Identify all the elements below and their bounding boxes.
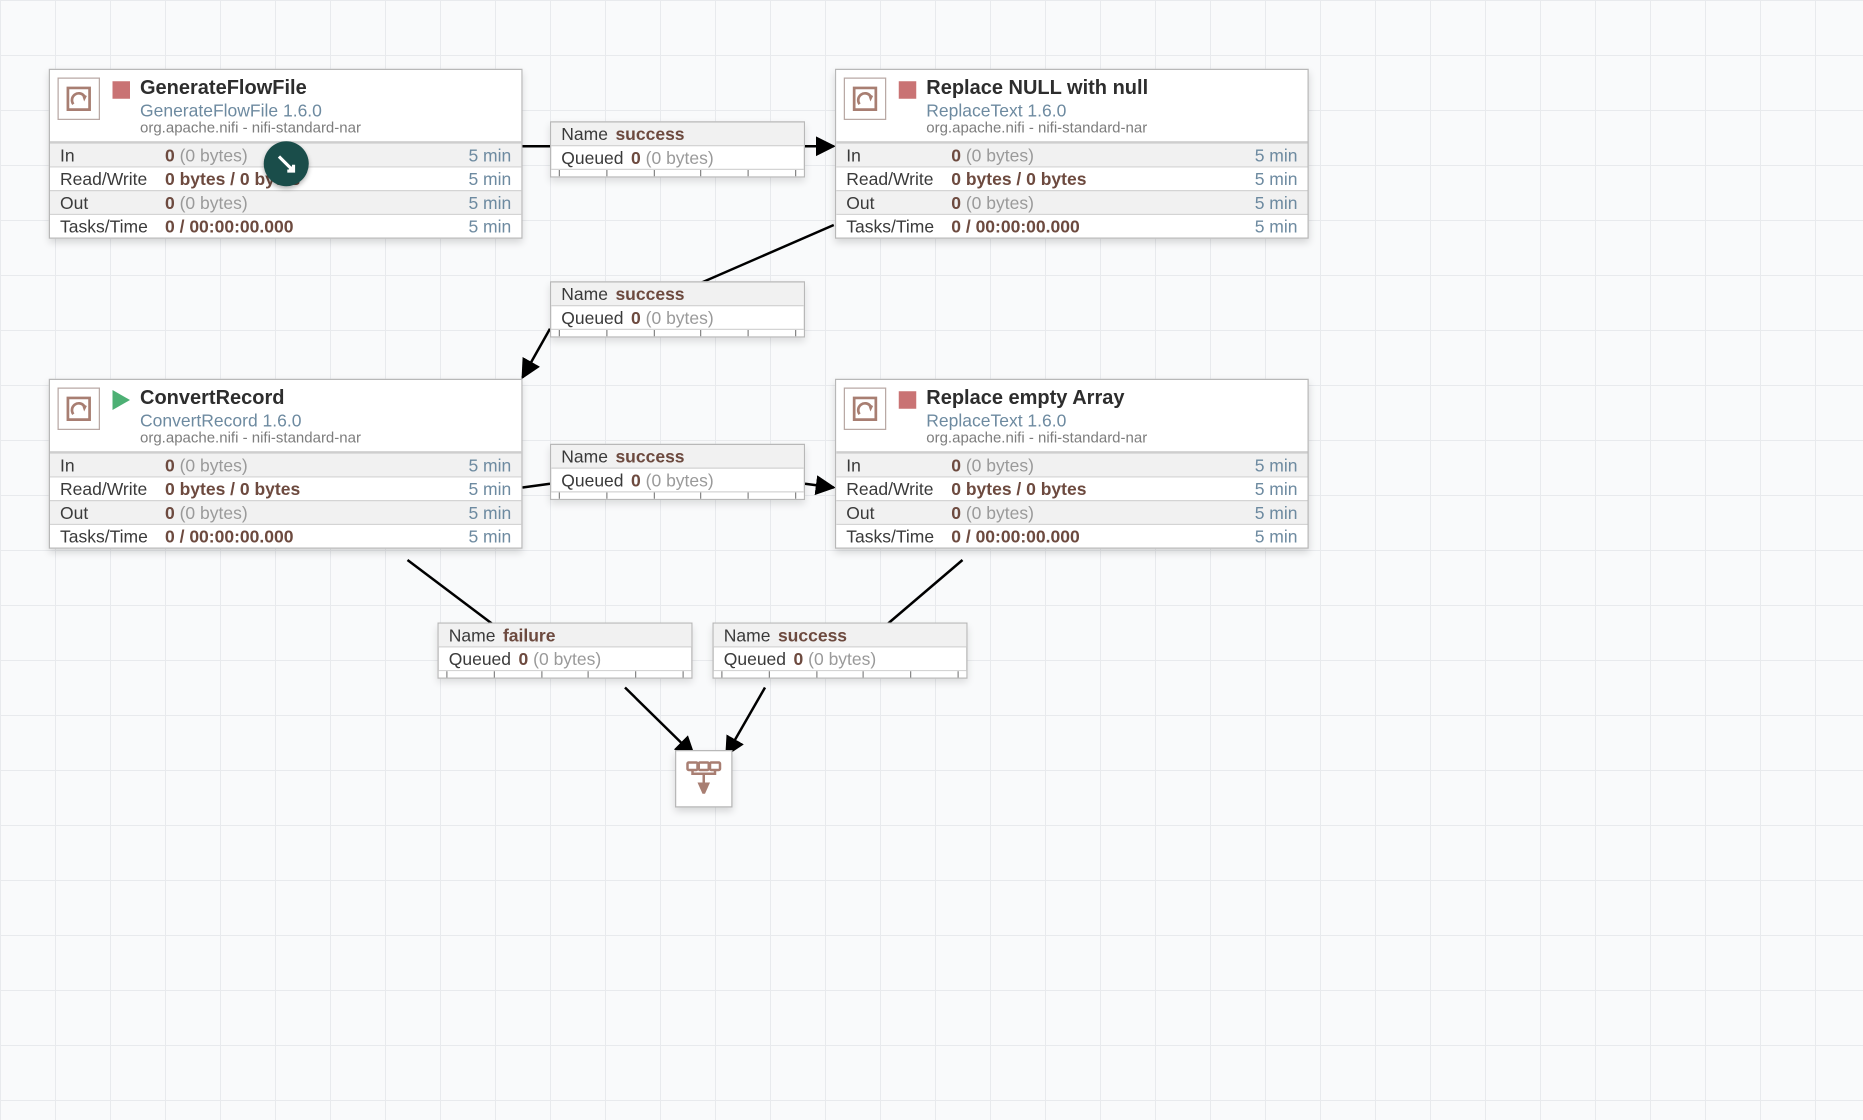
queue-gauge [551, 330, 804, 336]
processor-icon [58, 78, 101, 121]
processor-icon [58, 388, 101, 431]
connection-success-2[interactable]: Namesuccess Queued0 (0 bytes) [550, 281, 805, 337]
add-connection-handle[interactable] [264, 141, 309, 186]
processor-convertrecord[interactable]: ConvertRecord ConvertRecord 1.6.0 org.ap… [49, 379, 523, 549]
connection-success-1[interactable]: Namesuccess Queued0 (0 bytes) [550, 121, 805, 177]
processor-bundle: org.apache.nifi - nifi-standard-nar [926, 431, 1147, 448]
stopped-icon [113, 81, 131, 99]
queue-gauge [551, 493, 804, 499]
processor-bundle: org.apache.nifi - nifi-standard-nar [926, 121, 1148, 138]
connection-failure[interactable]: Namefailure Queued0 (0 bytes) [438, 623, 693, 679]
funnel-icon [684, 759, 724, 799]
running-icon [113, 390, 131, 410]
stopped-icon [899, 81, 917, 99]
processor-replace-null[interactable]: Replace NULL with null ReplaceText 1.6.0… [835, 69, 1309, 239]
processor-type: ReplaceText 1.6.0 [926, 100, 1148, 120]
stopped-icon [899, 391, 917, 409]
connection-success-4[interactable]: Namesuccess Queued0 (0 bytes) [713, 623, 968, 679]
processor-name: GenerateFlowFile [140, 78, 361, 101]
processor-replace-empty-array[interactable]: Replace empty Array ReplaceText 1.6.0 or… [835, 379, 1309, 549]
processor-bundle: org.apache.nifi - nifi-standard-nar [140, 121, 361, 138]
connection-success-3[interactable]: Namesuccess Queued0 (0 bytes) [550, 444, 805, 500]
processor-icon [844, 78, 887, 121]
processor-name: ConvertRecord [140, 388, 361, 411]
queue-gauge [714, 671, 967, 677]
funnel[interactable] [675, 750, 733, 808]
processor-bundle: org.apache.nifi - nifi-standard-nar [140, 431, 361, 448]
processor-name: Replace NULL with null [926, 78, 1148, 101]
processor-icon [844, 388, 887, 431]
queue-gauge [439, 671, 692, 677]
queue-gauge [551, 170, 804, 176]
processor-type: ConvertRecord 1.6.0 [140, 410, 361, 430]
processor-type: ReplaceText 1.6.0 [926, 410, 1147, 430]
processor-name: Replace empty Array [926, 388, 1147, 411]
processor-type: GenerateFlowFile 1.6.0 [140, 100, 361, 120]
